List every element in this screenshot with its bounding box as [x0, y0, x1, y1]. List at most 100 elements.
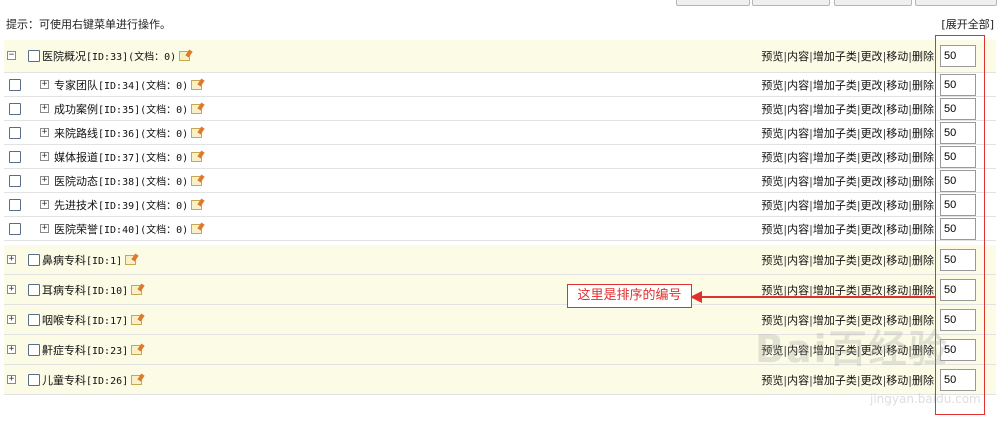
move-link[interactable]: 移动 [886, 175, 908, 188]
toolbar-button[interactable] [676, 0, 750, 6]
delete-link[interactable]: 删除 [912, 314, 934, 327]
expand-icon[interactable]: + [40, 223, 49, 233]
preview-link[interactable]: 预览 [761, 175, 783, 188]
category-name[interactable]: 鼻病专科 [42, 254, 86, 267]
expand-icon[interactable]: + [7, 314, 16, 324]
toolbar-button[interactable] [752, 0, 830, 6]
collapse-icon[interactable]: − [7, 51, 16, 60]
category-checkbox[interactable] [9, 150, 21, 163]
preview-link[interactable]: 预览 [761, 199, 783, 212]
delete-link[interactable]: 删除 [912, 284, 934, 297]
sort-order-input[interactable] [940, 217, 976, 240]
add-child-link[interactable]: 增加子类 [813, 103, 857, 116]
edit-link[interactable]: 更改 [861, 314, 883, 327]
move-link[interactable]: 移动 [886, 103, 908, 116]
move-link[interactable]: 移动 [886, 223, 908, 236]
sort-order-input[interactable] [940, 145, 976, 168]
delete-link[interactable]: 删除 [912, 374, 934, 387]
sort-order-input[interactable] [940, 193, 976, 216]
category-name[interactable]: 先进技术 [54, 199, 98, 212]
move-link[interactable]: 移动 [886, 199, 908, 212]
add-child-link[interactable]: 增加子类 [813, 374, 857, 387]
edit-icon[interactable] [191, 103, 203, 114]
category-name[interactable]: 医院概况 [42, 50, 86, 63]
content-link[interactable]: 内容 [787, 223, 809, 236]
content-link[interactable]: 内容 [787, 284, 809, 297]
edit-icon[interactable] [191, 223, 203, 234]
edit-icon[interactable] [131, 284, 143, 295]
content-link[interactable]: 内容 [787, 175, 809, 188]
expand-all-link[interactable]: [展开全部] [941, 16, 994, 32]
delete-link[interactable]: 删除 [912, 79, 934, 92]
sort-order-input[interactable] [940, 368, 976, 391]
category-name[interactable]: 媒体报道 [54, 151, 98, 164]
sort-order-input[interactable] [940, 338, 976, 361]
category-checkbox[interactable] [28, 50, 40, 62]
sort-order-input[interactable] [940, 97, 976, 120]
sort-order-input[interactable] [940, 73, 976, 96]
sort-order-input[interactable] [940, 45, 976, 67]
category-checkbox[interactable] [9, 102, 21, 115]
edit-link[interactable]: 更改 [861, 79, 883, 92]
sort-order-input[interactable] [940, 308, 976, 331]
content-link[interactable]: 内容 [787, 79, 809, 92]
category-checkbox[interactable] [9, 222, 21, 235]
preview-link[interactable]: 预览 [761, 374, 783, 387]
category-checkbox[interactable] [9, 198, 21, 211]
expand-icon[interactable]: + [7, 344, 16, 354]
category-name[interactable]: 成功案例 [54, 103, 98, 116]
delete-link[interactable]: 删除 [912, 254, 934, 267]
preview-link[interactable]: 预览 [761, 223, 783, 236]
edit-icon[interactable] [131, 344, 143, 355]
expand-icon[interactable]: + [40, 79, 49, 89]
category-name[interactable]: 儿童专科 [42, 374, 86, 387]
category-checkbox[interactable] [9, 78, 21, 91]
expand-icon[interactable]: + [40, 151, 49, 161]
edit-icon[interactable] [131, 314, 143, 325]
edit-icon[interactable] [191, 151, 203, 162]
content-link[interactable]: 内容 [787, 50, 809, 63]
content-link[interactable]: 内容 [787, 199, 809, 212]
add-child-link[interactable]: 增加子类 [813, 223, 857, 236]
edit-link[interactable]: 更改 [861, 254, 883, 267]
preview-link[interactable]: 预览 [761, 284, 783, 297]
preview-link[interactable]: 预览 [761, 344, 783, 357]
move-link[interactable]: 移动 [886, 314, 908, 327]
move-link[interactable]: 移动 [886, 374, 908, 387]
delete-link[interactable]: 删除 [912, 223, 934, 236]
edit-icon[interactable] [125, 254, 137, 265]
add-child-link[interactable]: 增加子类 [813, 151, 857, 164]
preview-link[interactable]: 预览 [761, 103, 783, 116]
add-child-link[interactable]: 增加子类 [813, 284, 857, 297]
expand-icon[interactable]: + [7, 374, 16, 384]
category-checkbox[interactable] [28, 343, 40, 356]
edit-link[interactable]: 更改 [861, 50, 883, 63]
add-child-link[interactable]: 增加子类 [813, 127, 857, 140]
preview-link[interactable]: 预览 [761, 127, 783, 140]
preview-link[interactable]: 预览 [761, 50, 783, 63]
content-link[interactable]: 内容 [787, 314, 809, 327]
move-link[interactable]: 移动 [886, 50, 908, 63]
preview-link[interactable]: 预览 [761, 151, 783, 164]
expand-icon[interactable]: + [40, 127, 49, 137]
content-link[interactable]: 内容 [787, 254, 809, 267]
add-child-link[interactable]: 增加子类 [813, 199, 857, 212]
category-name[interactable]: 鼾症专科 [42, 344, 86, 357]
category-name[interactable]: 耳病专科 [42, 284, 86, 297]
category-checkbox[interactable] [28, 253, 40, 266]
category-name[interactable]: 咽喉专科 [42, 314, 86, 327]
sort-order-input[interactable] [940, 169, 976, 192]
sort-order-input[interactable] [940, 278, 976, 301]
delete-link[interactable]: 删除 [912, 127, 934, 140]
delete-link[interactable]: 删除 [912, 103, 934, 116]
move-link[interactable]: 移动 [886, 284, 908, 297]
category-checkbox[interactable] [28, 283, 40, 296]
edit-link[interactable]: 更改 [861, 374, 883, 387]
category-checkbox[interactable] [28, 313, 40, 326]
expand-icon[interactable]: + [40, 175, 49, 185]
edit-icon[interactable] [131, 374, 143, 385]
category-name[interactable]: 专家团队 [54, 79, 98, 92]
content-link[interactable]: 内容 [787, 103, 809, 116]
edit-icon[interactable] [191, 199, 203, 210]
edit-link[interactable]: 更改 [861, 199, 883, 212]
